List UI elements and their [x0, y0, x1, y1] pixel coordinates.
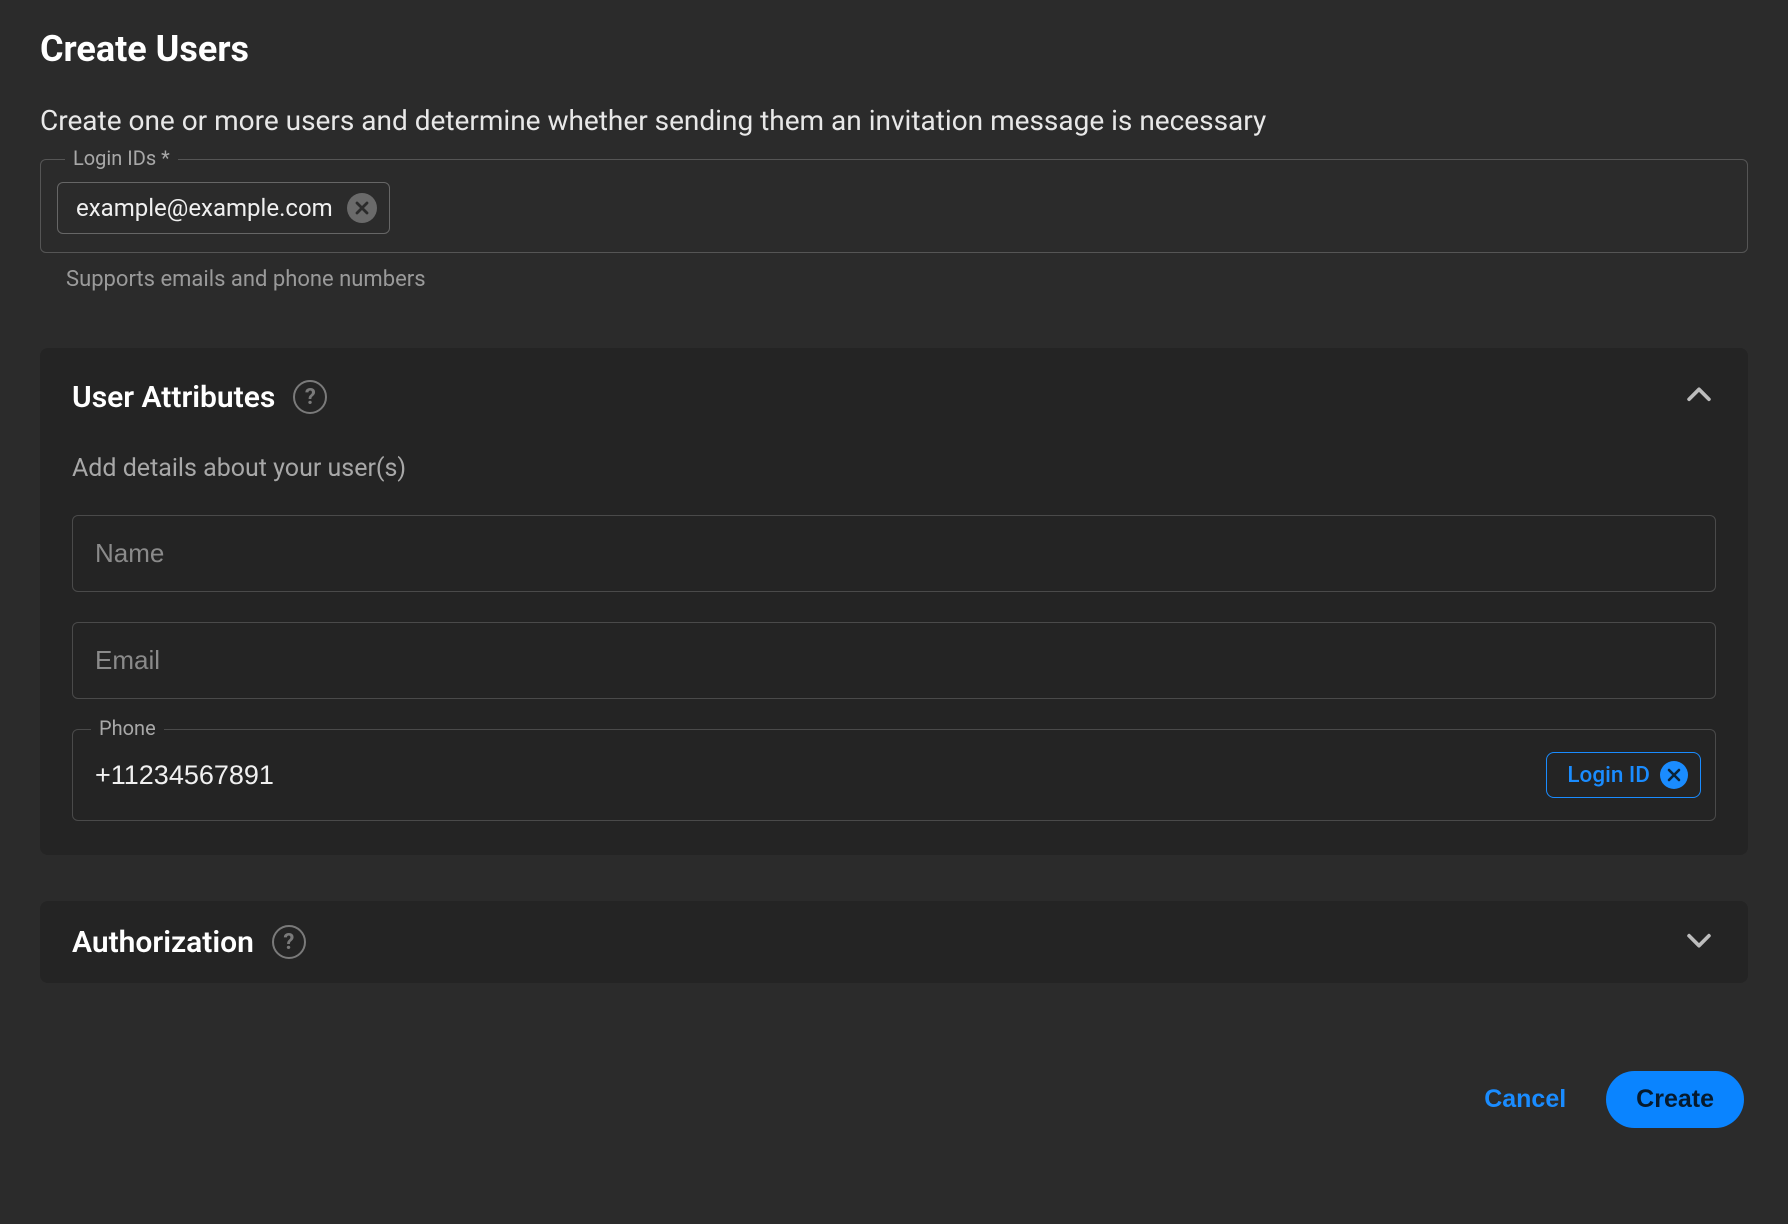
login-id-tag[interactable]: Login ID: [1546, 752, 1701, 798]
authorization-title: Authorization: [72, 925, 254, 960]
phone-field[interactable]: [95, 760, 1546, 791]
dialog-footer: Cancel Create: [40, 1071, 1748, 1128]
login-id-chip[interactable]: example@example.com: [57, 182, 390, 234]
user-attributes-header[interactable]: User Attributes ?: [72, 378, 1716, 416]
help-icon[interactable]: ?: [293, 380, 327, 414]
email-field[interactable]: [72, 622, 1716, 699]
page-title: Create Users: [40, 28, 1748, 70]
create-button[interactable]: Create: [1606, 1071, 1744, 1128]
login-ids-helper: Supports emails and phone numbers: [66, 267, 1748, 292]
chevron-up-icon[interactable]: [1682, 378, 1716, 416]
login-id-chip-text: example@example.com: [76, 194, 333, 222]
login-id-tag-label: Login ID: [1567, 762, 1650, 788]
login-ids-field[interactable]: Login IDs * example@example.com Supports…: [40, 159, 1748, 292]
login-ids-label: Login IDs *: [65, 146, 178, 170]
chevron-down-icon[interactable]: [1682, 923, 1716, 961]
user-attributes-title: User Attributes: [72, 380, 275, 415]
phone-field-wrap: Phone Login ID: [72, 729, 1716, 821]
remove-login-id-tag-icon[interactable]: [1660, 761, 1688, 789]
remove-chip-icon[interactable]: [347, 193, 377, 223]
page-subtitle: Create one or more users and determine w…: [40, 104, 1748, 137]
help-icon[interactable]: ?: [272, 925, 306, 959]
authorization-header[interactable]: Authorization ?: [72, 923, 1716, 961]
user-attributes-subtitle: Add details about your user(s): [72, 454, 1716, 483]
name-field[interactable]: [72, 515, 1716, 592]
phone-label: Phone: [91, 716, 164, 740]
user-attributes-panel: User Attributes ? Add details about your…: [40, 348, 1748, 855]
cancel-button[interactable]: Cancel: [1484, 1085, 1566, 1114]
authorization-panel: Authorization ?: [40, 901, 1748, 983]
